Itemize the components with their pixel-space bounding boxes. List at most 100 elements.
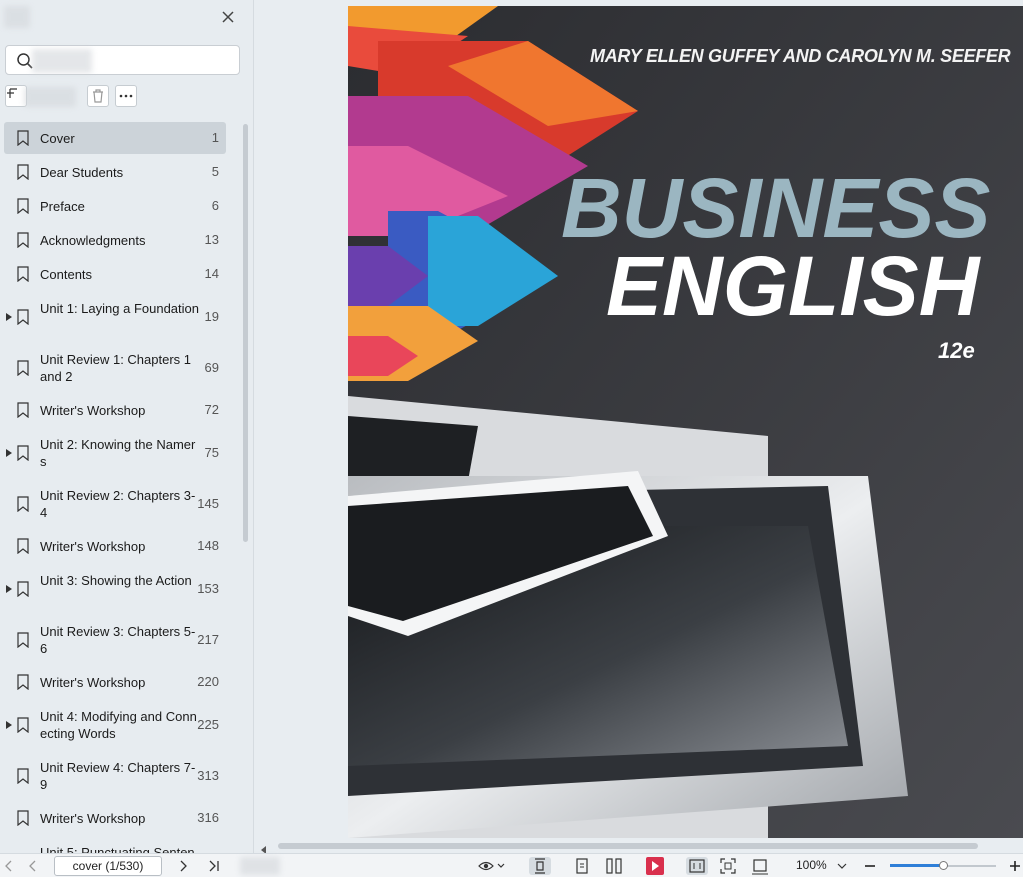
outline-item[interactable]: Writer's Workshop 220 xyxy=(4,666,226,698)
outline-item-label: Writer's Workshop xyxy=(40,538,146,554)
bookmark-icon xyxy=(17,580,29,597)
outline-item-label: Unit Review 3: Chapters 5-6 xyxy=(40,623,196,656)
outline-item-page: 69 xyxy=(204,359,219,375)
prev-page-button[interactable] xyxy=(26,857,40,875)
zoom-slider[interactable] xyxy=(890,861,996,871)
bookmark-icon xyxy=(17,130,29,146)
expand-arrow-icon[interactable] xyxy=(6,448,12,457)
outline-item-page: 1 xyxy=(211,130,219,145)
outline-item-label: Unit 4: Modifying and Connecting Words xyxy=(40,708,197,741)
outline-item[interactable]: Unit Review 1: Chapters 1 and 2 69 xyxy=(4,343,226,392)
outline-item-label: Unit Review 1: Chapters 1 and 2 xyxy=(40,351,192,384)
outline-item[interactable]: Unit 5: Punctuating Sentences323 xyxy=(4,836,226,853)
rotate-button[interactable] xyxy=(751,857,769,875)
outline-item[interactable]: Writer's Workshop 148 xyxy=(4,530,226,562)
outline-item[interactable]: Unit Review 4: Chapters 7-9 313 xyxy=(4,751,226,800)
cover-page: MARY ELLEN GUFFEY AND CAROLYN M. SEEFER … xyxy=(348,6,1023,838)
outline-item-page: 220 xyxy=(197,674,219,689)
zoom-out-button[interactable] xyxy=(862,857,878,875)
outline-item-label: Dear Students xyxy=(40,164,124,180)
fit-width-icon xyxy=(689,859,705,873)
eye-icon xyxy=(478,861,505,871)
outline-item-label: Cover xyxy=(40,130,75,146)
outline-item[interactable]: Unit Review 3: Chapters 5-6 217 xyxy=(4,615,226,664)
outline-item-page: 225 xyxy=(197,716,219,732)
blurred-toolbar-text xyxy=(24,87,76,107)
single-page-icon xyxy=(576,858,588,874)
outline-item[interactable]: Preface 6 xyxy=(4,190,226,222)
sidebar-scrollbar[interactable] xyxy=(243,124,248,542)
outline-item[interactable]: Contents 14 xyxy=(4,258,226,290)
single-page-button[interactable] xyxy=(573,857,591,875)
outline-item-label: Preface xyxy=(40,198,85,214)
fit-height-icon xyxy=(535,858,545,874)
outline-item-label: Contents xyxy=(40,266,93,282)
blurred-logo xyxy=(4,6,30,28)
delete-bookmark-button[interactable] xyxy=(87,85,109,107)
bookmark-icon xyxy=(17,232,29,248)
plus-icon xyxy=(1010,861,1020,871)
next-page-button[interactable] xyxy=(176,857,190,875)
page-number-input[interactable]: cover (1/530) xyxy=(54,856,162,876)
expand-arrow-icon[interactable] xyxy=(6,584,12,593)
fullscreen-icon xyxy=(720,858,736,874)
cover-edition: 12e xyxy=(938,338,975,363)
outline-item[interactable]: Cover 1 xyxy=(4,122,226,154)
chevron-right-icon xyxy=(180,860,187,872)
bookmark-icon xyxy=(17,716,29,733)
rotate-icon xyxy=(752,859,768,875)
outline-item-page: 19 xyxy=(204,308,219,324)
zoom-level[interactable]: 100% xyxy=(796,858,827,872)
outline-item[interactable]: Acknowledgments 13 xyxy=(4,224,226,256)
search-box[interactable] xyxy=(5,45,240,75)
two-page-button[interactable] xyxy=(604,857,624,875)
bookmark-icon xyxy=(17,767,29,784)
cover-title-line1: BUSINESS xyxy=(561,161,991,255)
outline-item-label: Unit 3: Showing the Action xyxy=(40,572,192,588)
outline-item-label: Writer's Workshop xyxy=(40,674,146,690)
outline-item[interactable]: Unit Review 2: Chapters 3-4 145 xyxy=(4,479,226,528)
outline-item-page: 153 xyxy=(197,580,219,596)
outline-item-label: Unit Review 2: Chapters 3-4 xyxy=(40,487,196,520)
zoom-fill xyxy=(890,864,943,867)
chevron-down-icon xyxy=(837,863,847,869)
bookmark-icon xyxy=(17,538,29,554)
zoom-in-button[interactable] xyxy=(1007,857,1023,875)
outline-item[interactable]: Unit 1: Laying a Foundation 19 xyxy=(4,292,226,341)
outline-item[interactable]: Dear Students 5 xyxy=(4,156,226,188)
slideshow-button[interactable] xyxy=(645,857,665,875)
outline-sidebar: Cover 1 Dear Students 5 Preface 6 Acknowledgme… xyxy=(0,0,254,853)
outline-item-label: Unit 2: Knowing the Namers xyxy=(40,436,196,469)
outline-item[interactable]: Unit 2: Knowing the Namers 75 xyxy=(4,428,226,477)
bookmark-icon xyxy=(17,164,29,180)
bookmark-icon xyxy=(17,444,29,461)
outline-item[interactable]: Unit 3: Showing the Action 153 xyxy=(4,564,226,613)
outline-item-page: 313 xyxy=(197,767,219,783)
outline-item-label: Unit 5: Punctuating Sentences xyxy=(40,844,195,854)
outline-item-label: Writer's Workshop xyxy=(40,402,146,418)
outline-item-page: 72 xyxy=(204,402,219,417)
outline-item-label: Unit 1: Laying a Foundation xyxy=(40,300,199,316)
more-options-button[interactable] xyxy=(115,85,137,107)
close-sidebar-button[interactable] xyxy=(219,8,237,26)
outline-item-page: 145 xyxy=(197,495,219,511)
first-page-button[interactable] xyxy=(2,857,16,875)
cover-authors: MARY ELLEN GUFFEY AND CAROLYN M. SEEFER xyxy=(590,46,1011,66)
outline-item-page: 217 xyxy=(197,631,219,647)
zoom-dropdown[interactable] xyxy=(836,857,848,875)
fit-height-button[interactable] xyxy=(529,857,551,875)
view-mode-button[interactable] xyxy=(478,857,506,875)
fullscreen-button[interactable] xyxy=(719,857,737,875)
expand-arrow-icon[interactable] xyxy=(6,312,12,321)
last-page-button[interactable] xyxy=(206,857,222,875)
bookmark-icon xyxy=(17,674,29,690)
expand-arrow-icon[interactable] xyxy=(6,720,12,729)
outline-item[interactable]: Writer's Workshop 72 xyxy=(4,394,226,426)
zoom-slider-handle[interactable] xyxy=(939,861,948,870)
outline-item-page: 148 xyxy=(197,538,219,553)
outline-item[interactable]: Writer's Workshop 316 xyxy=(4,802,226,834)
scroll-left-arrow[interactable] xyxy=(261,841,267,854)
outline-item[interactable]: Unit 4: Modifying and Connecting Words 22… xyxy=(4,700,226,749)
horizontal-scrollbar[interactable] xyxy=(278,843,978,849)
fit-width-button[interactable] xyxy=(686,857,708,875)
